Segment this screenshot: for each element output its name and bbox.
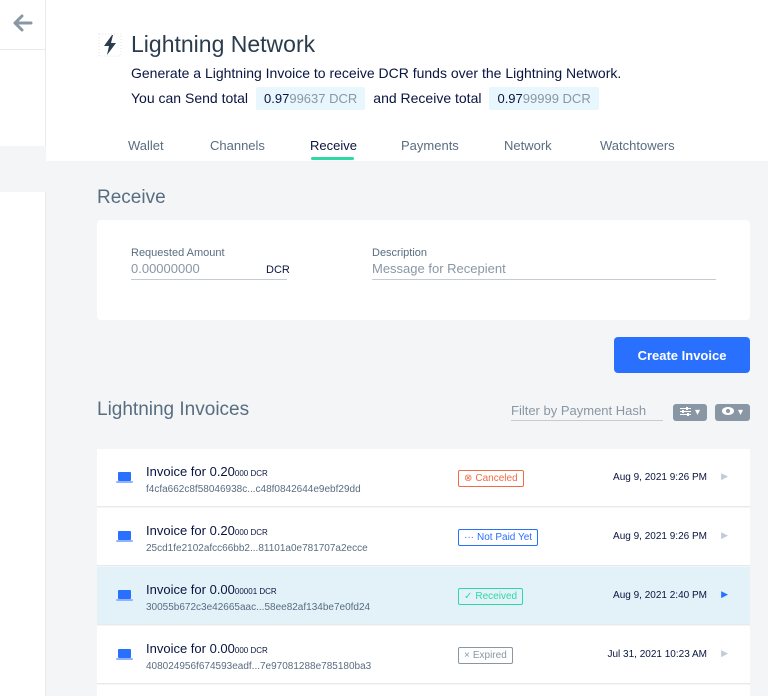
invoice-row[interactable]: Invoice for 0.0000001 DCR 30055b672c3e42…: [97, 567, 750, 625]
invoice-amount-small: 000 DCR: [234, 528, 268, 537]
filter-input[interactable]: Filter by Payment Hash: [511, 403, 663, 421]
status-badge: ✓ Received: [458, 588, 524, 605]
chevron-down-icon: ▾: [737, 407, 744, 418]
invoice-amount: Invoice for 0.00: [146, 582, 235, 597]
invoice-icon: [116, 531, 133, 542]
send-total-rest: 99637 DCR: [289, 90, 358, 106]
tab-payments[interactable]: Payments: [401, 138, 459, 153]
canceled-icon: ⊗: [464, 473, 473, 484]
invoice-row[interactable]: Invoice for 0.20000 DCR f4cfa662c8f58046…: [97, 449, 750, 507]
invoice-icon: [116, 590, 133, 601]
amount-placeholder: 0.00000000: [131, 261, 200, 276]
invoice-hash: 25cd1fe2102afcc66bb2...81101a0e781707a2e…: [146, 543, 368, 554]
receive-total-strong: 0.97: [497, 90, 523, 106]
status-label: Received: [475, 591, 518, 602]
receive-title: Receive: [97, 187, 166, 208]
eye-icon: [721, 407, 734, 418]
invoice-date: Jul 31, 2021 10:23 AM: [607, 649, 707, 660]
tab-network[interactable]: Network: [504, 138, 552, 153]
tab-receive[interactable]: Receive: [310, 138, 357, 153]
tab-wallet[interactable]: Wallet: [128, 138, 164, 153]
sliders-icon: [679, 406, 691, 419]
tab-channels[interactable]: Channels: [210, 138, 265, 153]
status-badge: × Expired: [458, 647, 513, 664]
send-total-badge: 0.9799637 DCR: [256, 86, 366, 110]
sort-button[interactable]: ▾: [673, 404, 707, 421]
send-label: You can Send total: [131, 90, 249, 106]
invoice-amount-small: 00001 DCR: [234, 587, 277, 596]
view-button[interactable]: ▾: [715, 404, 750, 421]
chevron-right-icon: ▶: [721, 589, 728, 599]
invoice-title: Invoice for 0.20000 DCR: [146, 523, 268, 538]
invoice-row[interactable]: Invoice for 0.20000 DCR 25cd1fe2102afcc6…: [97, 508, 750, 566]
status-label: Canceled: [475, 473, 518, 484]
chevron-right-icon: ▶: [721, 648, 728, 658]
sidebar-active-item[interactable]: [0, 146, 46, 192]
chevron-down-icon: ▾: [694, 407, 701, 418]
invoice-date: Aug 9, 2021 9:26 PM: [613, 531, 707, 542]
invoice-row[interactable]: [97, 685, 750, 696]
description-label: Description: [372, 247, 428, 259]
status-badge: ⊗ Canceled: [458, 470, 524, 487]
invoice-title: Invoice for 0.0000001 DCR: [146, 582, 277, 597]
invoice-hash: 30055b672c3e42665aac...58ee82af134be7e0f…: [146, 602, 371, 613]
status-badge: ··· Not Paid Yet: [458, 529, 539, 546]
status-label: Not Paid Yet: [477, 532, 533, 543]
active-tab-indicator: [311, 157, 354, 160]
chevron-right-icon: ▶: [721, 530, 728, 540]
chevron-right-icon: ▶: [721, 471, 728, 481]
receive-form: Requested Amount 0.00000000 DCR Descript…: [97, 220, 750, 320]
sidebar: [0, 0, 46, 696]
receive-total-rest: 99999 DCR: [522, 90, 591, 106]
amount-input[interactable]: 0.00000000: [131, 261, 287, 280]
invoice-amount: Invoice for 0.00: [146, 641, 235, 656]
receive-total-badge: 0.9799999 DCR: [489, 86, 599, 110]
page-subtitle: Generate a Lightning Invoice to receive …: [131, 65, 622, 81]
status-label: Expired: [472, 650, 507, 661]
arrow-left-icon: [13, 12, 33, 38]
back-button[interactable]: [0, 0, 46, 50]
invoice-date: Aug 9, 2021 9:26 PM: [613, 472, 707, 483]
tab-watchtowers[interactable]: Watchtowers: [600, 138, 675, 153]
ellipsis-icon: ···: [464, 532, 474, 543]
invoice-icon: [116, 472, 133, 483]
page-title: Lightning Network: [131, 31, 316, 57]
amount-unit: DCR: [266, 264, 290, 276]
invoice-row[interactable]: Invoice for 0.00000 DCR 408024956f674593…: [97, 626, 750, 684]
lightning-icon: [98, 33, 122, 57]
invoice-amount: Invoice for 0.20: [146, 464, 235, 479]
invoice-hash: f4cfa662c8f58046938c...c48f0842644e9ebf2…: [146, 484, 361, 495]
invoice-amount: Invoice for 0.20: [146, 523, 235, 538]
invoice-hash: 408024956f674593eadf...7e97081288e785180…: [146, 661, 372, 672]
close-icon: ×: [464, 650, 470, 661]
send-total-strong: 0.97: [264, 90, 290, 106]
invoice-amount-small: 000 DCR: [234, 469, 268, 478]
invoices-title: Lightning Invoices: [97, 399, 250, 420]
filter-placeholder: Filter by Payment Hash: [511, 403, 647, 418]
invoice-icon: [116, 649, 133, 660]
invoice-date: Aug 9, 2021 2:40 PM: [613, 590, 707, 601]
invoice-amount-small: 000 DCR: [234, 646, 268, 655]
description-placeholder: Message for Recepient: [372, 261, 506, 276]
create-invoice-button[interactable]: Create Invoice: [614, 337, 750, 373]
invoice-title: Invoice for 0.20000 DCR: [146, 464, 268, 479]
receive-label: and Receive total: [373, 90, 482, 106]
totals-row: You can Send total 0.9799637 DCR and Rec…: [131, 86, 607, 110]
description-input[interactable]: Message for Recepient: [372, 261, 716, 280]
invoice-title: Invoice for 0.00000 DCR: [146, 641, 268, 656]
check-icon: ✓: [464, 591, 473, 602]
amount-label: Requested Amount: [131, 247, 225, 259]
